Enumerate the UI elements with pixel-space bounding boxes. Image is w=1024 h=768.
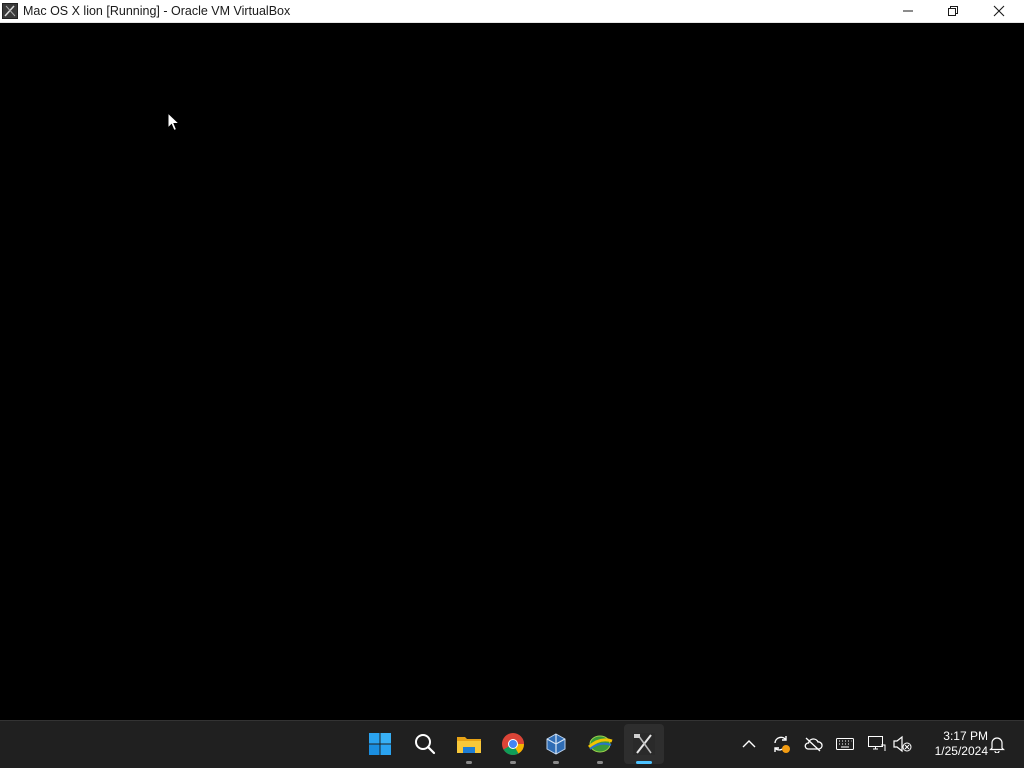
network-icon bbox=[868, 736, 886, 751]
window-title: Mac OS X lion [Running] - Oracle VM Virt… bbox=[23, 4, 291, 18]
virtualbox-button[interactable] bbox=[536, 724, 576, 764]
active-indicator bbox=[636, 761, 652, 764]
restore-button[interactable] bbox=[930, 0, 976, 22]
volume-muted-icon bbox=[893, 735, 912, 753]
virtualbox-vm-window: Mac OS X lion [Running] - Oracle VM Virt… bbox=[0, 0, 1024, 720]
chrome-icon bbox=[502, 733, 524, 755]
vm-display[interactable] bbox=[0, 23, 1024, 720]
search-icon bbox=[415, 734, 436, 755]
globe-download-icon bbox=[587, 735, 613, 753]
running-indicator bbox=[553, 761, 559, 764]
volume-tray-icon[interactable] bbox=[891, 733, 913, 755]
virtualbox-icon bbox=[546, 733, 566, 755]
virtualbox-vm-icon[interactable] bbox=[2, 3, 18, 19]
folder-icon bbox=[457, 737, 481, 753]
file-explorer-button[interactable] bbox=[449, 724, 489, 764]
minimize-button[interactable] bbox=[885, 0, 931, 22]
restore-icon bbox=[948, 6, 958, 16]
clock-date: 1/25/2024 bbox=[934, 744, 988, 758]
close-icon bbox=[993, 5, 1005, 17]
keyboard-tray-icon[interactable] bbox=[834, 733, 856, 755]
mac-os-vm-button[interactable] bbox=[624, 724, 664, 764]
window-titlebar[interactable]: Mac OS X lion [Running] - Oracle VM Virt… bbox=[0, 0, 1024, 23]
cloud-tray-icon[interactable] bbox=[802, 733, 824, 755]
vm-window-icon bbox=[633, 733, 655, 755]
sync-warning-icon bbox=[774, 736, 790, 753]
chevron-up-icon bbox=[742, 740, 756, 748]
running-indicator bbox=[466, 761, 472, 764]
close-button[interactable] bbox=[976, 0, 1022, 22]
cloud-offline-icon bbox=[804, 737, 823, 752]
network-tray-icon[interactable] bbox=[866, 733, 888, 755]
chrome-button[interactable] bbox=[493, 724, 533, 764]
taskbar-clock[interactable]: 3:17 PM 1/25/2024 bbox=[918, 729, 988, 759]
download-manager-button[interactable] bbox=[580, 724, 620, 764]
notifications-button[interactable] bbox=[986, 733, 1008, 755]
show-hidden-icons-button[interactable] bbox=[738, 733, 760, 755]
taskbar: 3:17 PM 1/25/2024 bbox=[0, 720, 1024, 768]
running-indicator bbox=[510, 761, 516, 764]
clock-time: 3:17 PM bbox=[943, 729, 988, 743]
search-button[interactable] bbox=[405, 724, 445, 764]
start-button[interactable] bbox=[360, 724, 400, 764]
windows-start-icon bbox=[369, 733, 391, 755]
sync-tray-icon[interactable] bbox=[770, 733, 792, 755]
keyboard-icon bbox=[836, 738, 854, 750]
minimize-icon bbox=[903, 10, 913, 12]
mouse-pointer-icon bbox=[167, 112, 180, 132]
running-indicator bbox=[597, 761, 603, 764]
bell-icon bbox=[989, 737, 1005, 753]
